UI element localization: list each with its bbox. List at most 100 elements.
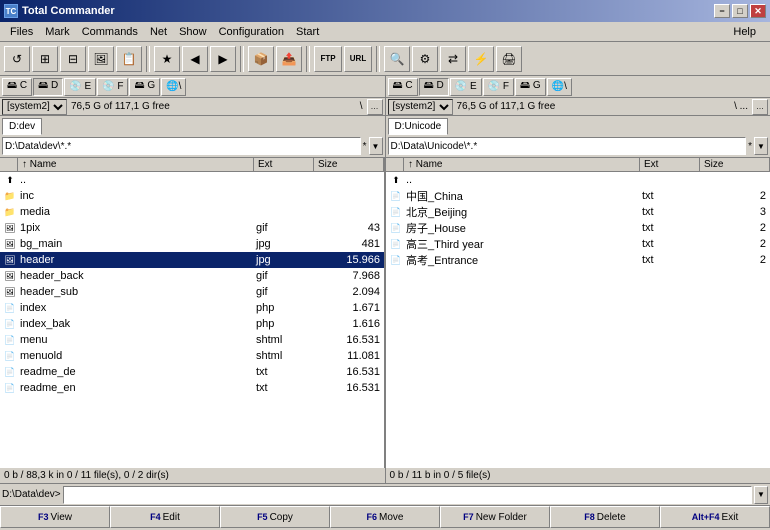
file-row[interactable]: 📄 高三_Third year txt 2 (386, 236, 770, 252)
file-row[interactable]: 📄 menu shtml 16.531 (0, 332, 384, 348)
back-button[interactable]: ◀ (182, 46, 208, 72)
drive-e-left[interactable]: 💿 E (64, 78, 96, 96)
fkey-f6-button[interactable]: F6Move (330, 506, 440, 528)
drive-select-right[interactable]: [system2] (388, 99, 453, 115)
ftp-button[interactable]: FTP (314, 46, 342, 72)
menu-mark[interactable]: Mark (39, 24, 75, 40)
file-row[interactable]: 🖼 header_back gif 7.968 (0, 268, 384, 284)
tab-right-unicode[interactable]: D:Unicode (388, 118, 449, 135)
print-button[interactable]: 🖨 (496, 46, 522, 72)
path-dropdown-right[interactable]: ▼ (754, 137, 768, 155)
drive-e-right[interactable]: 💿 E (450, 78, 482, 96)
file-row[interactable]: ⬆ .. (0, 172, 384, 188)
menu-help[interactable]: Help (727, 24, 762, 40)
col-hdr-name-right[interactable]: ↑ Name (404, 158, 640, 171)
fkey-f3-button[interactable]: F3View (0, 506, 110, 528)
status-text-right: 0 b / 11 b in 0 / 5 file(s) (390, 470, 491, 481)
fkey-f4-button[interactable]: F4Edit (110, 506, 220, 528)
drive-d-left[interactable]: 🖴 D (33, 78, 63, 96)
file-row[interactable]: 📄 readme_de txt 16.531 (0, 364, 384, 380)
find-button[interactable]: 🔍 (384, 46, 410, 72)
star-button[interactable]: ★ (154, 46, 180, 72)
drive-f-right[interactable]: 💿 F (483, 78, 514, 96)
col-hdr-size-right[interactable]: Size (700, 158, 770, 171)
fkey-altf4-button[interactable]: Alt+F4Exit (660, 506, 770, 528)
file-row[interactable]: 🖼 1pix gif 43 (0, 220, 384, 236)
nav-btn-right[interactable]: … (752, 99, 768, 115)
file-row[interactable]: 📄 北京_Beijing txt 3 (386, 204, 770, 220)
path-star-left[interactable]: * (363, 141, 367, 152)
menu-show[interactable]: Show (173, 24, 213, 40)
file-row[interactable]: 📄 index php 1.671 (0, 300, 384, 316)
fkey-f8-button[interactable]: F8Delete (550, 506, 660, 528)
file-icon: 🖼 (0, 255, 18, 266)
drive-c-right[interactable]: 🖴 C (388, 78, 418, 96)
drive-f-left[interactable]: 💿 F (97, 78, 128, 96)
col-headers-right: ↑ Name Ext Size (386, 158, 770, 172)
path-input-left[interactable] (2, 137, 361, 155)
maximize-button[interactable]: □ (732, 4, 748, 18)
file-icon: 🖼 (0, 287, 18, 298)
file-row[interactable]: 🖼 header jpg 15.966 (0, 252, 384, 268)
file-list-right[interactable]: ⬆ .. 📄 中国_China txt 2 📄 北京_Beijing txt 3… (386, 172, 770, 468)
drive-d-right[interactable]: 🖴 D (419, 78, 449, 96)
pack-button[interactable]: 📦 (248, 46, 274, 72)
path-input-right[interactable] (388, 137, 747, 155)
file-row[interactable]: 📄 房子_House txt 2 (386, 220, 770, 236)
file-name: index (18, 302, 254, 314)
cmd-label: D:\Data\dev> (2, 489, 61, 500)
file-row[interactable]: 🖼 header_sub gif 2.094 (0, 284, 384, 300)
unpack-button[interactable]: 📤 (276, 46, 302, 72)
drive-g-left[interactable]: 🖴 G (129, 78, 160, 96)
menu-items: Files Mark Commands Net Show Configurati… (4, 24, 325, 40)
col-hdr-ext-right[interactable]: Ext (640, 158, 700, 171)
col-hdr-name-left[interactable]: ↑ Name (18, 158, 254, 171)
fkey-f5-button[interactable]: F5Copy (220, 506, 330, 528)
file-row[interactable]: 📄 index_bak php 1.616 (0, 316, 384, 332)
fkey-f7-button[interactable]: F7New Folder (440, 506, 550, 528)
menu-files[interactable]: Files (4, 24, 39, 40)
path-star-right[interactable]: * (748, 141, 752, 152)
network-drive-left[interactable]: 🌐\ (161, 78, 186, 96)
status-text-left: 0 b / 88,3 k in 0 / 11 file(s), 0 / 2 di… (4, 470, 169, 481)
settings-button[interactable]: ⚙ (412, 46, 438, 72)
file-size: 2 (700, 222, 770, 234)
file-row[interactable]: 🖼 bg_main jpg 481 (0, 236, 384, 252)
file-list-left[interactable]: ⬆ .. 📁 inc 📁 media 🖼 1pix gif 43 🖼 bg_ma… (0, 172, 384, 468)
copy-button[interactable]: 📋 (116, 46, 142, 72)
drive-bar-right: 🖴 C 🖴 D 💿 E 💿 F 🖴 G 🌐\ (385, 76, 770, 97)
col-hdr-size-left[interactable]: Size (314, 158, 384, 171)
col-hdr-ext-left[interactable]: Ext (254, 158, 314, 171)
file-icon: 📄 (386, 207, 404, 218)
compare-button[interactable]: ⇄ (440, 46, 466, 72)
nav-btn-left[interactable]: … (367, 99, 383, 115)
network-drive-right[interactable]: 🌐\ (547, 78, 572, 96)
thumbnails-button[interactable]: 🖼 (88, 46, 114, 72)
close-button[interactable]: ✕ (750, 4, 766, 18)
cmd-dropdown[interactable]: ▼ (754, 486, 768, 504)
brief-view-button[interactable]: ⊟ (60, 46, 86, 72)
url-button[interactable]: URL (344, 46, 372, 72)
forward-button[interactable]: ▶ (210, 46, 236, 72)
drive-select-left[interactable]: [system2] (2, 99, 67, 115)
file-row[interactable]: 📄 menuold shtml 11.081 (0, 348, 384, 364)
tab-left-dev[interactable]: D:dev (2, 118, 42, 135)
file-row[interactable]: 📄 中国_China txt 2 (386, 188, 770, 204)
menu-net[interactable]: Net (144, 24, 173, 40)
file-row[interactable]: 📄 readme_en txt 16.531 (0, 380, 384, 396)
file-row[interactable]: 📁 inc (0, 188, 384, 204)
menu-configuration[interactable]: Configuration (213, 24, 290, 40)
view-mode-button[interactable]: ⊞ (32, 46, 58, 72)
drive-c-left[interactable]: 🖴 C (2, 78, 32, 96)
minimize-button[interactable]: − (714, 4, 730, 18)
menu-commands[interactable]: Commands (76, 24, 144, 40)
file-row[interactable]: 📁 media (0, 204, 384, 220)
sync-button[interactable]: ⚡ (468, 46, 494, 72)
file-row[interactable]: ⬆ .. (386, 172, 770, 188)
cmd-input[interactable] (63, 486, 752, 504)
drive-g-right[interactable]: 🖴 G (515, 78, 546, 96)
refresh-button[interactable]: ↺ (4, 46, 30, 72)
file-row[interactable]: 📄 高考_Entrance txt 2 (386, 252, 770, 268)
path-dropdown-left[interactable]: ▼ (369, 137, 383, 155)
menu-start[interactable]: Start (290, 24, 325, 40)
